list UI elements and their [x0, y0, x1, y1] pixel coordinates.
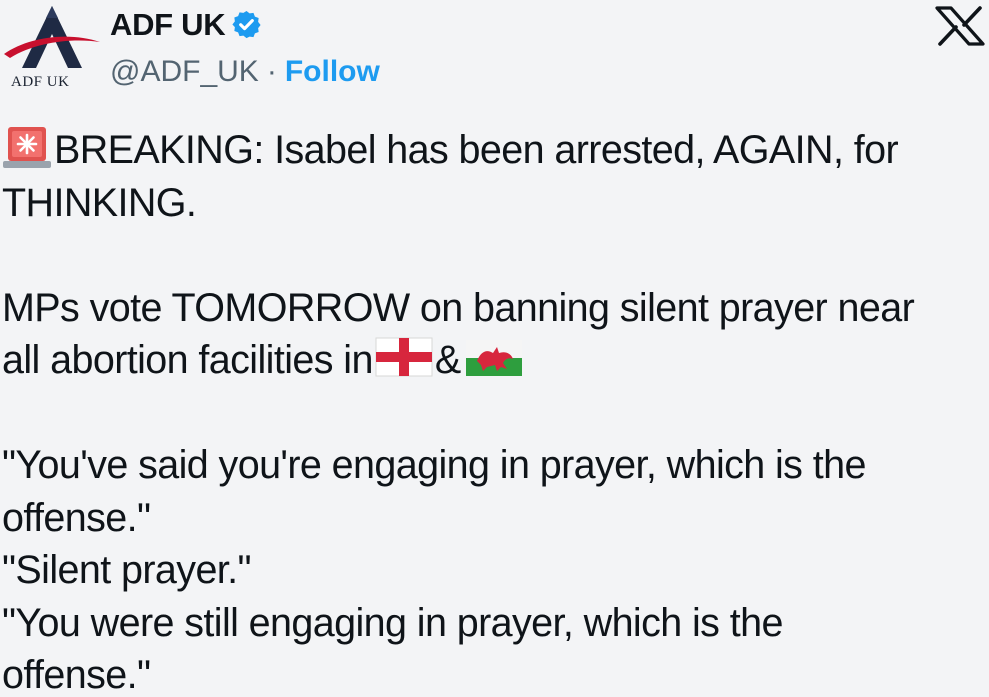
- x-logo-icon[interactable]: [934, 6, 986, 46]
- ampersand: &: [434, 338, 461, 382]
- breaking-text: BREAKING: Isabel has been arrested, AGAI…: [54, 128, 899, 172]
- tweet-line: offense.": [2, 653, 151, 697]
- avatar-caption: ADF UK: [11, 74, 70, 90]
- tweet-line: all abortion facilities in &: [2, 334, 987, 387]
- tweet-line: MPs vote TOMORROW on banning silent pray…: [2, 285, 915, 330]
- tweet-body: BREAKING: Isabel has been arrested, AGAI…: [2, 124, 987, 697]
- facilities-text: all abortion facilities in: [2, 338, 373, 382]
- wales-flag-icon: [465, 340, 522, 376]
- england-flag-icon: [375, 337, 433, 377]
- handle[interactable]: @ADF_UK: [110, 57, 259, 87]
- avatar[interactable]: ADF UK: [0, 2, 104, 96]
- verified-badge-icon: [232, 10, 261, 38]
- tweet-line: "You've said you're engaging in prayer, …: [2, 443, 866, 487]
- follow-button[interactable]: Follow: [285, 57, 380, 87]
- handle-row: @ADF_UK · Follow: [110, 50, 380, 94]
- separator-dot: ·: [266, 55, 277, 88]
- tweet-line: "You were still engaging in prayer, whic…: [2, 600, 783, 645]
- adf-uk-logo-icon: [4, 6, 100, 68]
- tweet-line: offense.": [2, 495, 151, 540]
- tweet-line: BREAKING: Isabel has been arrested, AGAI…: [2, 124, 987, 177]
- siren-icon: [3, 127, 51, 168]
- name-row: ADF UK: [110, 2, 262, 46]
- display-name[interactable]: ADF UK: [110, 9, 226, 40]
- tweet-line: "Silent prayer.": [2, 548, 252, 592]
- tweet-line: THINKING.: [2, 180, 197, 225]
